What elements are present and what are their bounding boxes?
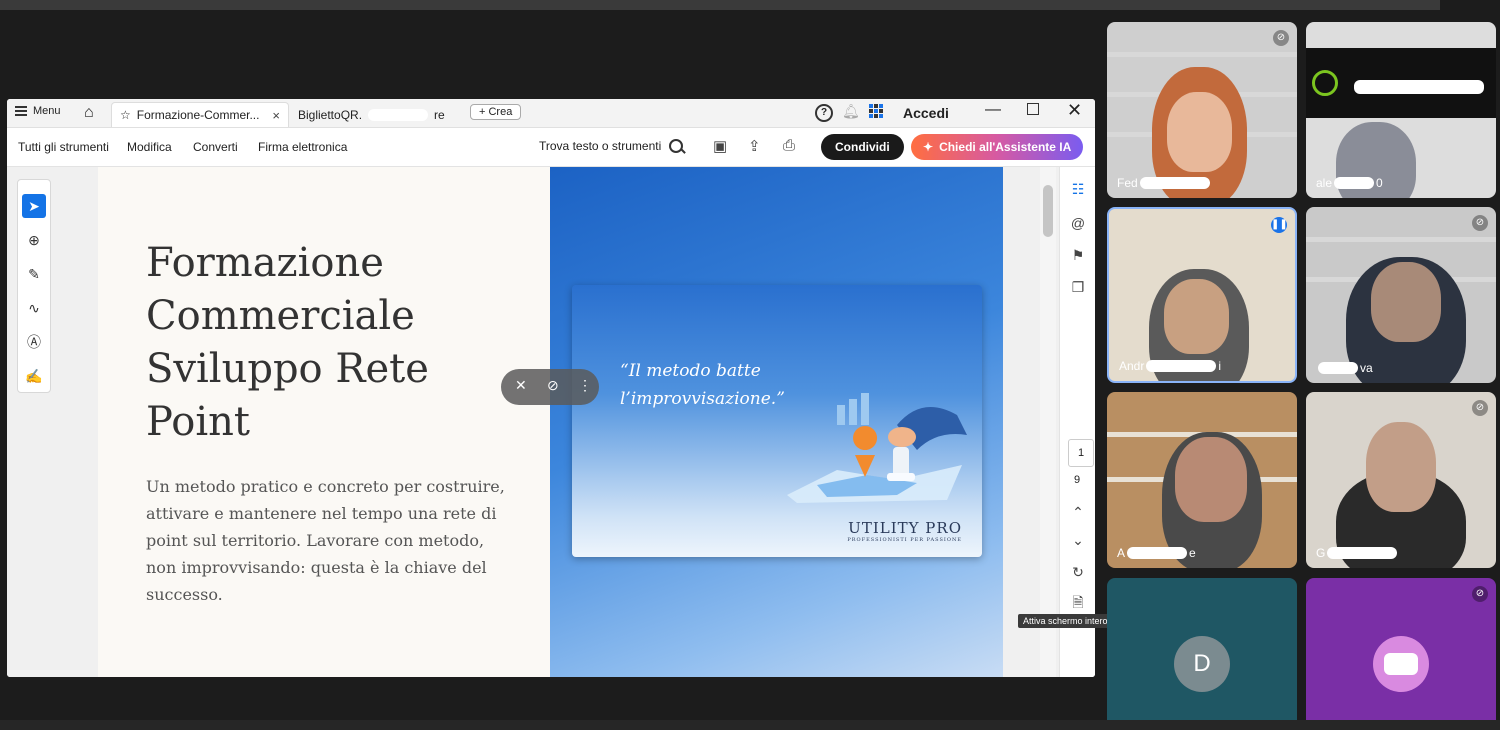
tab-label: BigliettoQR. bbox=[298, 107, 363, 122]
tab-bar: Menu ⌂ ☆ Formazione-Commer... × BigliettoQ… bbox=[7, 99, 1095, 128]
save-icon[interactable]: ▣ bbox=[713, 137, 727, 155]
sign-tool-icon[interactable]: ✍ bbox=[22, 364, 46, 388]
comment-tool-icon[interactable]: ⊕ bbox=[22, 228, 46, 252]
menu-convert[interactable]: Converti bbox=[193, 140, 238, 154]
file-icon[interactable]: 🗎︎ bbox=[1068, 592, 1088, 612]
chevron-down-icon[interactable]: ⌄ bbox=[1068, 530, 1088, 550]
home-icon[interactable]: ⌂ bbox=[84, 104, 94, 122]
select-tool-icon[interactable]: ➤ bbox=[22, 194, 46, 218]
print-icon[interactable]: ⎙ bbox=[783, 137, 795, 154]
hide-icon[interactable]: ⊘ bbox=[547, 377, 559, 394]
scroll-thumb[interactable] bbox=[1043, 185, 1053, 237]
search-icon bbox=[669, 139, 684, 153]
participant-tile[interactable]: ⊘ va bbox=[1306, 207, 1496, 383]
participant-name: G bbox=[1316, 546, 1398, 560]
participant-name: ale 0 bbox=[1316, 176, 1383, 190]
help-icon[interactable]: ? bbox=[815, 104, 833, 122]
crea-button[interactable]: + Crea bbox=[470, 104, 522, 120]
participant-tile[interactable]: ale 0 bbox=[1306, 22, 1496, 198]
slide-image-panel: “Il metodo batte l’improvvisazione.” UTI… bbox=[550, 167, 1003, 677]
tab-label-suffix: re bbox=[434, 107, 445, 122]
close-window-button[interactable]: ✕ bbox=[1067, 100, 1082, 121]
find-tools[interactable]: Trova testo o strumenti bbox=[539, 139, 684, 153]
top-strip bbox=[0, 0, 1440, 10]
participant-tile[interactable]: Ae bbox=[1107, 392, 1297, 568]
hamburger-icon bbox=[15, 106, 27, 116]
upload-icon[interactable]: ⇪ bbox=[748, 137, 761, 155]
ai-label: Chiedi all'Assistente IA bbox=[939, 140, 1072, 154]
slide-body: Un metodo pratico e concreto per costrui… bbox=[146, 477, 505, 604]
utility-pro-logo: UTILITY PRO PROFESSIONISTI PER PASSIONE bbox=[847, 519, 962, 543]
current-page-field[interactable]: 1 bbox=[1068, 439, 1094, 467]
pages-icon[interactable]: ❐ bbox=[1068, 277, 1088, 297]
maximize-button[interactable] bbox=[1027, 103, 1039, 115]
participant-tile[interactable]: ⊘ Fed bbox=[1107, 22, 1297, 198]
comment-panel-icon[interactable]: ☷ bbox=[1068, 179, 1088, 199]
floating-controls: ✕ ⊘ ⋮ bbox=[501, 369, 599, 405]
chess-map-illustration bbox=[787, 393, 967, 503]
apps-grid-icon[interactable] bbox=[869, 104, 883, 118]
freehand-tool-icon[interactable]: ∿ bbox=[22, 296, 46, 320]
participant-avatar bbox=[1373, 636, 1429, 692]
participant-name: Ae bbox=[1117, 546, 1196, 560]
participant-name: va bbox=[1316, 361, 1373, 375]
tab-close-icon[interactable]: × bbox=[272, 108, 280, 123]
mic-off-icon: ⊘ bbox=[1472, 400, 1488, 416]
menu-label: Menu bbox=[33, 105, 61, 117]
fullscreen-tooltip: Attiva schermo intero bbox=[1018, 614, 1113, 628]
find-label: Trova testo o strumenti bbox=[539, 139, 662, 153]
tab-biglietto[interactable]: BigliettoQR. re bbox=[290, 102, 468, 127]
menu-edit[interactable]: Modifica bbox=[127, 140, 172, 154]
menu-all-tools[interactable]: Tutti gli strumenti bbox=[18, 140, 109, 154]
participant-tile-speaking[interactable]: ❚❚ Andr i bbox=[1107, 207, 1297, 383]
signin-button[interactable]: Accedi bbox=[903, 105, 949, 121]
bell-icon[interactable]: 🔔︎ bbox=[842, 103, 860, 120]
menu-button[interactable]: Menu bbox=[15, 105, 61, 117]
star-icon[interactable]: ☆ bbox=[120, 108, 131, 122]
mention-icon[interactable]: @ bbox=[1068, 213, 1088, 233]
chevron-up-icon[interactable]: ⌃ bbox=[1068, 502, 1088, 522]
participant-tile[interactable]: ⊘ bbox=[1306, 578, 1496, 728]
menu-esign[interactable]: Firma elettronica bbox=[258, 140, 347, 154]
speaking-indicator-icon: ❚❚ bbox=[1271, 217, 1288, 233]
slide-title: Formazione Commerciale Sviluppo Rete Poi… bbox=[146, 240, 429, 445]
document-area: ➤ ⊕ ✎ ∿ Ⓐ ✍ Formazione Commerciale Svilu… bbox=[7, 167, 1095, 677]
participant-name: Andr i bbox=[1119, 359, 1222, 373]
mic-off-icon: ⊘ bbox=[1472, 586, 1488, 602]
minimize-button[interactable]: — bbox=[985, 101, 1001, 119]
refresh-icon[interactable]: ↻ bbox=[1068, 562, 1088, 582]
redaction bbox=[368, 108, 429, 121]
more-options-icon[interactable]: ⋮ bbox=[578, 377, 592, 394]
loading-icon bbox=[1312, 70, 1338, 96]
tools-bar: Tutti gli strumenti Modifica Converti Fi… bbox=[7, 128, 1095, 167]
tab-formazione[interactable]: ☆ Formazione-Commer... × bbox=[111, 102, 289, 127]
share-button[interactable]: Condividi bbox=[821, 134, 904, 160]
total-pages: 9 bbox=[1074, 474, 1081, 486]
participant-name: Fed bbox=[1117, 176, 1210, 190]
unpin-icon[interactable]: ✕ bbox=[515, 377, 527, 394]
left-toolbar: ➤ ⊕ ✎ ∿ Ⓐ ✍ bbox=[17, 179, 51, 393]
ai-icon: ✦ bbox=[923, 140, 934, 154]
ai-assistant-button[interactable]: ✦ Chiedi all'Assistente IA bbox=[911, 134, 1084, 160]
mic-off-icon: ⊘ bbox=[1472, 215, 1488, 231]
right-toolbar: ☷ @ ⚑ ❐ 1 9 ⌃ ⌄ ↻ 🗎︎ bbox=[1059, 167, 1095, 677]
acrobat-window: Menu ⌂ ☆ Formazione-Commer... × BigliettoQ… bbox=[7, 99, 1095, 677]
pen-tool-icon[interactable]: ✎ bbox=[22, 262, 46, 286]
text-tool-icon[interactable]: Ⓐ bbox=[22, 330, 46, 354]
tab-label: Formazione-Commer... bbox=[136, 108, 260, 122]
participant-tile[interactable]: ⊘ G bbox=[1306, 392, 1496, 568]
vertical-scrollbar[interactable] bbox=[1040, 167, 1056, 677]
slide-card: “Il metodo batte l’improvvisazione.” UTI… bbox=[572, 285, 982, 557]
bookmark-icon[interactable]: ⚑ bbox=[1068, 245, 1088, 265]
pdf-page: Formazione Commerciale Sviluppo Rete Poi… bbox=[98, 167, 1003, 677]
participant-tile[interactable]: D bbox=[1107, 578, 1297, 728]
mic-off-icon: ⊘ bbox=[1273, 30, 1289, 46]
bottom-strip bbox=[0, 720, 1500, 730]
redaction bbox=[1354, 80, 1484, 94]
slide-text-panel: Formazione Commerciale Sviluppo Rete Poi… bbox=[98, 167, 550, 677]
participant-avatar: D bbox=[1174, 636, 1230, 692]
